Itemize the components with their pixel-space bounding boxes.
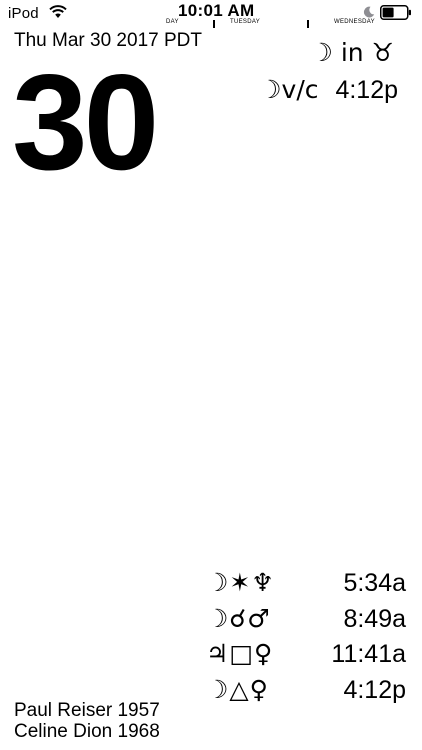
aspect-glyphs: ☽✶♆ [206,568,275,597]
aspect-time: 4:12p [343,675,406,704]
voc-label: ☽v/c [259,75,319,104]
aspect-time: 8:49a [343,604,406,633]
moon-void-of-course: ☽v/c 4:12p [259,75,398,105]
birthday-list: Paul Reiser 1957 Celine Dion 1968 [14,700,160,742]
aspect-glyphs: ☽☌♂ [206,603,271,633]
voc-time: 4:12p [335,76,398,104]
status-time: 10:01 AM [178,1,255,20]
timeline-label-wednesday: WEDNESDAY [334,19,375,25]
status-bar: iPod 10:01 AM DAY TUESDAY WEDNESDAY [0,0,422,28]
aspect-row: ♃□♀ 11:41a [206,639,406,675]
birthday-item: Paul Reiser 1957 [14,700,160,721]
moon-icon [363,6,375,18]
aspect-list: ☽✶♆ 5:34a ☽☌♂ 8:49a ♃□♀ 11:41a ☽△♀ 4:12p [206,568,406,710]
wifi-icon [49,5,67,18]
timeline-label-tuesday: TUESDAY [230,19,260,25]
aspect-glyphs: ♃□♀ [206,639,274,668]
timeline-tick [213,20,215,28]
aspect-time: 11:41a [331,640,406,668]
day-timeline: DAY TUESDAY WEDNESDAY [166,19,376,28]
birthday-item: Celine Dion 1968 [14,721,160,742]
timeline-tick [307,20,309,28]
day-number: 30 [12,46,159,198]
carrier-label: iPod [8,5,39,22]
timeline-label-day: DAY [166,19,179,25]
battery-icon [380,5,411,20]
aspect-row: ☽☌♂ 8:49a [206,604,406,640]
aspect-row: ☽✶♆ 5:34a [206,568,406,604]
moon-sign: ☽ in ♉ [310,38,394,67]
aspect-glyphs: ☽△♀ [206,674,269,704]
aspect-time: 5:34a [343,569,406,597]
aspect-row: ☽△♀ 4:12p [206,675,406,711]
